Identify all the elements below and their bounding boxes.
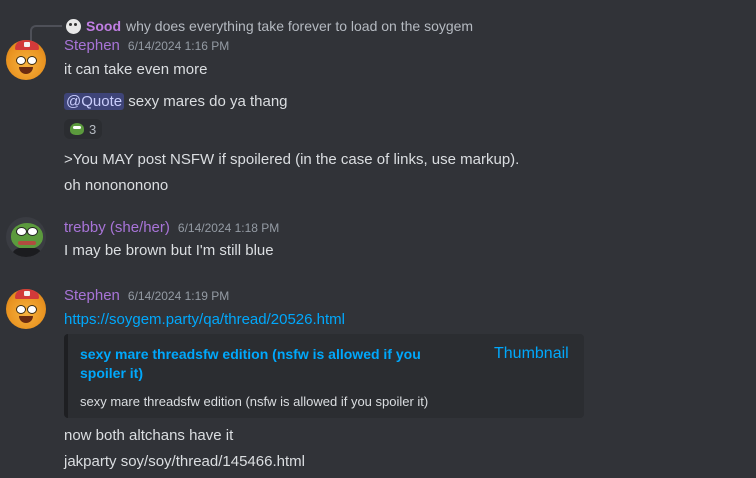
- reply-preview-text[interactable]: why does everything take forever to load…: [126, 18, 473, 34]
- reaction-button[interactable]: 3: [64, 119, 103, 139]
- message-text: I may be brown but I'm still blue: [64, 242, 274, 259]
- message-body: sexy mares do ya thang: [128, 93, 288, 110]
- pepe-emoji-icon: [70, 123, 84, 135]
- timestamp[interactable]: 6/14/2024 1:19 PM: [128, 289, 229, 303]
- username[interactable]: trebby (she/her): [64, 219, 170, 236]
- hat-icon: [15, 289, 39, 299]
- link-embed: sexy mare threadsfw edition (nsfw is all…: [64, 334, 584, 418]
- message-text: it can take even more: [64, 61, 208, 78]
- mention[interactable]: @Quote: [64, 93, 125, 110]
- message-header: Stephen 6/14/2024 1:19 PM: [64, 287, 229, 304]
- avatar[interactable]: [6, 40, 46, 80]
- reaction-count: 3: [89, 121, 97, 137]
- timestamp[interactable]: 6/14/2024 1:16 PM: [128, 39, 229, 53]
- embed-title[interactable]: sexy mare threadsfw edition (nsfw is all…: [80, 345, 460, 383]
- message-header: Stephen 6/14/2024 1:16 PM: [64, 37, 229, 54]
- chat-messages: Sood why does everything take forever to…: [0, 0, 756, 478]
- embed-thumbnail[interactable]: Thumbnail: [494, 345, 569, 363]
- message-text: >You MAY post NSFW if spoilered (in the …: [64, 151, 520, 168]
- avatar[interactable]: [6, 289, 46, 329]
- username[interactable]: Stephen: [64, 287, 120, 304]
- message-text: now both altchans have it: [64, 427, 234, 444]
- timestamp[interactable]: 6/14/2024 1:18 PM: [178, 221, 279, 235]
- reply-author[interactable]: Sood: [86, 18, 121, 34]
- reply-avatar[interactable]: [66, 18, 81, 34]
- username[interactable]: Stephen: [64, 37, 120, 54]
- message-text: @Quote sexy mares do ya thang: [64, 93, 288, 110]
- hat-icon: [15, 40, 39, 50]
- reply-connector: [30, 25, 62, 41]
- message-link[interactable]: https://soygem.party/qa/thread/20526.htm…: [64, 311, 345, 328]
- message-header: trebby (she/her) 6/14/2024 1:18 PM: [64, 219, 279, 236]
- reply-reference[interactable]: Sood why does everything take forever to…: [66, 17, 473, 35]
- message-text: oh nonononono: [64, 177, 169, 194]
- embed-description: sexy mare threadsfw edition (nsfw is all…: [80, 394, 429, 409]
- message-text: jakparty soy/soy/thread/145466.html: [64, 453, 305, 470]
- avatar[interactable]: [6, 217, 46, 257]
